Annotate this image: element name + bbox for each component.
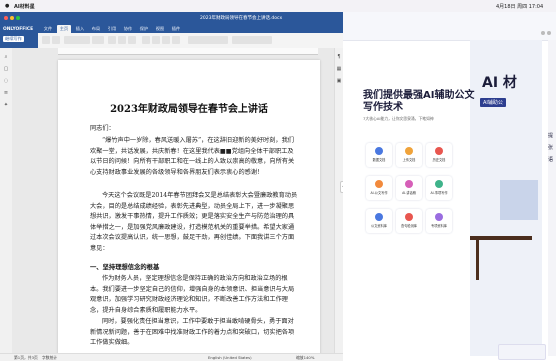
language-select[interactable]: English (United States)	[208, 355, 252, 360]
feature-label: 专项资料库	[431, 224, 447, 228]
align-left-icon[interactable]	[162, 36, 170, 44]
bold-icon[interactable]	[108, 36, 116, 44]
word-count[interactable]: 字数统计	[42, 355, 57, 361]
page-info: 第1页，共3页	[14, 355, 38, 360]
paste-icon[interactable]	[42, 36, 50, 44]
paragraph-2: 今天这个会议既是2014年春节团拜会又是总结表彰大会暨廉政教育动员大会，目的是总…	[90, 192, 298, 252]
comment-icon[interactable]: ▢	[3, 66, 9, 72]
upload-icon	[405, 147, 413, 155]
feature-label: 上传文档	[402, 158, 416, 162]
feature-card-data-doc[interactable]: 数据文档	[366, 143, 392, 167]
search-icon[interactable]: ⌕	[3, 54, 9, 60]
paragraph-4: 同时，要强化责任担当意识，工作中要敢于担当敢啃硬骨头，勇于面对新情况新问题，善于…	[90, 318, 295, 347]
paragraph-settings-icon[interactable]: ¶	[336, 54, 342, 60]
app-name[interactable]: AI材料星	[14, 3, 35, 10]
hero-art-tag: AI辅助公	[480, 98, 506, 107]
table-settings-icon[interactable]: ▦	[336, 66, 342, 72]
task-icon	[435, 180, 443, 188]
align-center-icon[interactable]	[172, 36, 180, 44]
minimize-button[interactable]	[10, 16, 14, 20]
top-ruler	[58, 48, 318, 55]
image-settings-icon[interactable]: ▣	[336, 78, 342, 84]
tab-file[interactable]: 文件	[41, 25, 55, 33]
tab-references[interactable]: 引用	[105, 25, 119, 33]
microphone-icon	[405, 180, 413, 188]
font-size-select[interactable]	[92, 36, 104, 44]
feature-card-special[interactable]: 专项资料库	[426, 209, 452, 233]
check-icon	[405, 213, 413, 221]
paragraph-3: 作为财务人员，坚定理想信念是保持正确的政治方向和政治立场的根本。我们要进一步坚定…	[90, 275, 295, 314]
italic-icon[interactable]	[118, 36, 126, 44]
feature-label: 数据文档	[372, 158, 386, 162]
hero-title: 我们提供最强AI辅助公文写作技术	[363, 90, 475, 113]
navigation-icon[interactable]: ≡	[3, 90, 9, 96]
salutation: 同志们：	[90, 125, 115, 132]
close-button[interactable]	[4, 16, 8, 20]
feature-label: 公文资料库	[371, 224, 387, 228]
tab-plugins[interactable]: 插件	[169, 25, 183, 33]
feature-card-check[interactable]: 查句检测库	[396, 209, 422, 233]
document-title: 2023年财政局领导在春节会上讲话	[110, 104, 268, 115]
ribbon-tabs: 文件 主页 插入 布局 引用 协作 保护 视图 插件	[38, 24, 343, 33]
chat-icon[interactable]: ◌	[3, 78, 9, 84]
side-text: 提 张 语	[548, 133, 554, 163]
apple-icon[interactable]: ●	[5, 3, 9, 9]
font-select[interactable]	[64, 36, 90, 44]
tab-home[interactable]: 主页	[57, 25, 71, 33]
promo-topbar	[343, 12, 556, 41]
feature-card-history[interactable]: 历史文档	[426, 143, 452, 167]
hero-art-text: AI 材	[482, 75, 517, 91]
shelf-graphic	[500, 180, 538, 220]
zoom-level[interactable]: 缩放140%	[296, 355, 314, 361]
feature-label: 查句检测库	[401, 224, 417, 228]
feature-label: AI-公文写作	[370, 191, 388, 195]
history-icon	[435, 147, 443, 155]
document-page[interactable]: 2023年财政局领导在春节会上讲话 同志们： “爆竹声中一岁除，春风送暖入屠苏”…	[58, 60, 320, 360]
tab-collaborate[interactable]: 协作	[121, 25, 135, 33]
numbering-icon[interactable]	[152, 36, 160, 44]
continue-writing-button[interactable]: 继续写作	[3, 36, 24, 42]
onlyoffice-logo: ONLYOFFICE 继续写作	[0, 24, 38, 48]
feature-card-library[interactable]: 公文资料库	[366, 209, 392, 233]
ribbon-toolbar	[38, 33, 343, 49]
menu-dot[interactable]	[541, 31, 545, 35]
maximize-button[interactable]	[16, 16, 20, 20]
tab-view[interactable]: 视图	[153, 25, 167, 33]
desk-leg	[476, 240, 479, 280]
feature-card-ai-matters[interactable]: AI-事项写作	[426, 176, 452, 200]
document-icon	[375, 147, 383, 155]
editor-titlebar: 2023年财政局领导在春节会上讲话.docx	[0, 12, 343, 24]
tab-insert[interactable]: 插入	[73, 25, 87, 33]
hero-subtitle: 7大核心AI能力，让你文思泉涌，下笔如神	[363, 116, 434, 121]
feature-label: 历史文档	[432, 158, 446, 162]
plugin-icon[interactable]: ✦	[3, 102, 9, 108]
feature-label: AI-事项写作	[430, 191, 448, 195]
bullets-icon[interactable]	[142, 36, 150, 44]
logo-text: ONLYOFFICE	[3, 27, 34, 32]
styles-gallery-2[interactable]	[232, 36, 272, 44]
database-icon	[435, 213, 443, 221]
feature-label: AI-讲话稿	[402, 191, 416, 195]
pen-icon	[375, 180, 383, 188]
window-title: 2023年财政局领导在春节会上讲话.docx	[200, 16, 283, 21]
copy-icon[interactable]	[52, 36, 60, 44]
section-heading: 一、坚持理想信念的根基	[90, 264, 160, 271]
underline-icon[interactable]	[128, 36, 136, 44]
feature-card-upload[interactable]: 上传文档	[396, 143, 422, 167]
clock[interactable]: 4月18日 周四 17:04	[496, 3, 543, 10]
desk-graphic	[470, 236, 532, 240]
hero-illustration: AI 材 AI辅助公	[470, 40, 542, 356]
tab-layout[interactable]: 布局	[89, 25, 103, 33]
tab-protect[interactable]: 保护	[137, 25, 151, 33]
feature-card-ai-writing[interactable]: AI-公文写作	[366, 176, 392, 200]
feature-card-ai-speech[interactable]: AI-讲话稿	[396, 176, 422, 200]
preview-thumbnail[interactable]	[498, 344, 546, 360]
library-icon	[375, 213, 383, 221]
right-sidebar: 提 张 语	[548, 40, 556, 356]
styles-gallery[interactable]	[188, 36, 228, 44]
menu-dot[interactable]	[547, 31, 551, 35]
paragraph-1: “爆竹声中一岁除，春风送暖入屠苏”，在这辞旧迎新的美好时刻，我们欢聚一堂，共话发…	[90, 137, 295, 176]
